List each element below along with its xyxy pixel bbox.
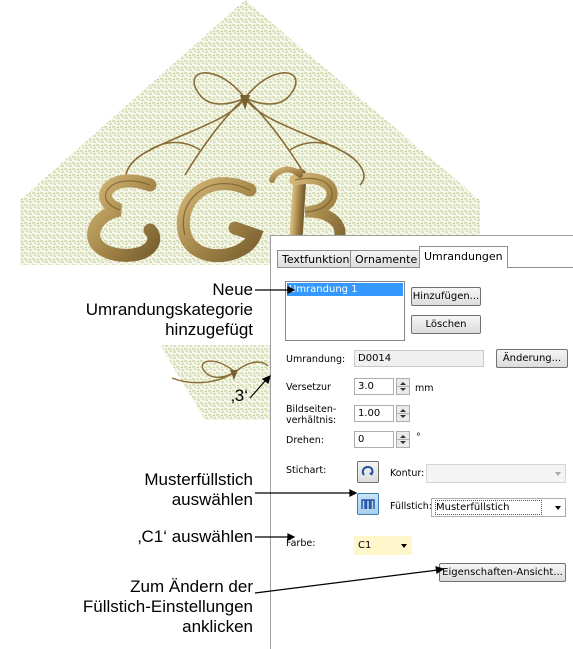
callout-c1-select: ‚C1‘ auswählen [137, 527, 253, 546]
callout-pattern-fill: Musterfüllstich auswählen [144, 470, 253, 509]
callout-offset: ‚3‘ [230, 386, 248, 405]
tab-borders[interactable]: Umrandungen [419, 246, 508, 268]
callout-change-fill-settings: Zum Ändern der Füllstich-Einstellungen a… [82, 577, 253, 636]
callout-new-border: Neue Umrandungskategorie hinzugefügt [85, 280, 253, 339]
